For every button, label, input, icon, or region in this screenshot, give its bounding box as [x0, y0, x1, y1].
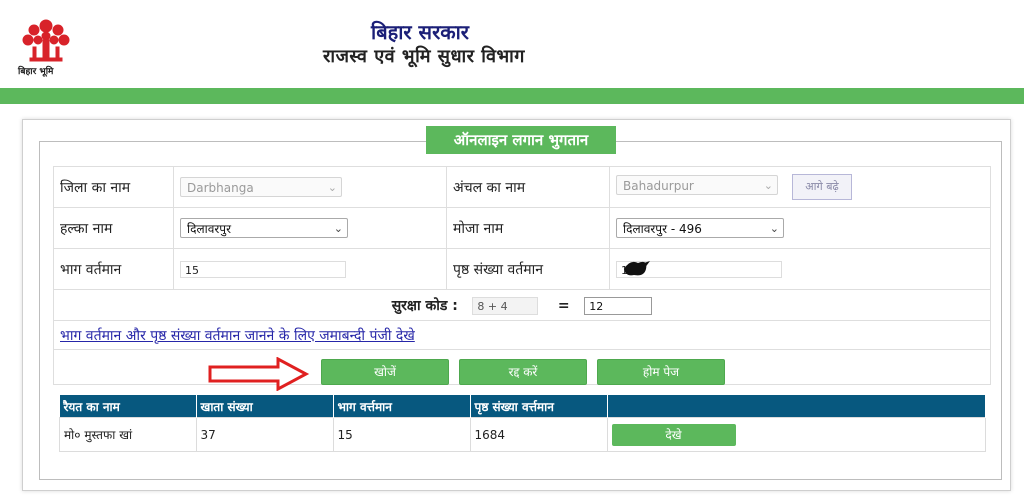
action-cell: देखे [606, 417, 986, 452]
government-title: बिहार सरकार [371, 20, 469, 44]
circle-label: अंचल का नाम [446, 166, 610, 208]
mauja-select[interactable]: दिलावरपुर - 496 ⌄ [616, 218, 784, 238]
header-divider-bar [0, 88, 1024, 104]
jamabandi-link[interactable]: भाग वर्तमान और पृष्ठ संख्या वर्तमान जानन… [60, 328, 415, 344]
bhag-input[interactable]: 15 [180, 260, 346, 278]
results-table: रैयत का नाम खाता संख्या भाग वर्त्तमान पृ… [59, 395, 986, 452]
table-row: मो० मुस्तफा खां 37 15 1684 देखे [59, 417, 986, 452]
site-header: बिहार भूमि बिहार सरकार राजस्व एवं भूमि स… [0, 0, 1024, 88]
bhag-label: भाग वर्तमान [53, 248, 174, 290]
captcha-label: सुरक्षा कोड : [391, 297, 458, 314]
form-title: ऑनलाइन लगान भुगतान [426, 126, 616, 154]
redaction-mark [620, 257, 652, 279]
mauja-label: मोजा नाम [446, 207, 610, 249]
mauja-cell: दिलावरपुर - 496 ⌄ [609, 207, 991, 249]
chevron-down-icon: ⌄ [333, 222, 343, 235]
captcha-equals: = [557, 297, 570, 314]
circle-value: Bahadurpur [623, 179, 694, 193]
chevron-down-icon: ⌄ [769, 222, 779, 235]
search-button[interactable]: खोजें [321, 359, 449, 385]
cancel-button[interactable]: रद्द करें [459, 359, 587, 385]
circle-select[interactable]: Bahadurpur ⌄ [616, 175, 778, 195]
view-button[interactable]: देखे [611, 423, 736, 446]
bhag-cell: 15 [332, 417, 471, 452]
link-row: भाग वर्तमान और पृष्ठ संख्या वर्तमान जानन… [53, 320, 991, 350]
next-button[interactable]: आगे बढ़े [792, 174, 852, 200]
page-label: पृष्ठ संख्या वर्तमान [446, 248, 610, 290]
bhag-cell: 15 [173, 248, 447, 290]
circle-cell: Bahadurpur ⌄ आगे बढ़े [609, 166, 991, 208]
results-header-row: रैयत का नाम खाता संख्या भाग वर्त्तमान पृ… [59, 395, 986, 418]
captcha-question: 8 + 4 [472, 296, 539, 315]
halka-cell: दिलावरपुर ⌄ [173, 207, 447, 249]
district-select[interactable]: Darbhanga ⌄ [180, 177, 342, 197]
halka-label: हल्का नाम [53, 207, 174, 249]
column-header [607, 395, 986, 418]
mauja-value: दिलावरपुर - 496 [623, 222, 702, 236]
page-cell: 1684 [469, 417, 608, 452]
column-header: पृष्ठ संख्या वर्त्तमान [470, 395, 608, 418]
column-header: खाता संख्या [196, 395, 334, 418]
home-button[interactable]: होम पेज [597, 359, 725, 385]
halka-value: दिलावरपुर [187, 222, 232, 236]
search-form: जिला का नाम Darbhanga ⌄ अंचल का नाम Bahad… [53, 166, 991, 385]
page-cell: 16 [609, 248, 991, 290]
captcha-row: सुरक्षा कोड : 8 + 4 = 12 [53, 289, 991, 321]
halka-select[interactable]: दिलावरपुर ⌄ [180, 218, 348, 238]
raiyat-name-cell: मो० मुस्तफा खां [59, 417, 197, 452]
column-header: भाग वर्त्तमान [333, 395, 471, 418]
chevron-down-icon: ⌄ [763, 179, 773, 192]
district-label: जिला का नाम [53, 166, 174, 208]
chevron-down-icon: ⌄ [327, 181, 337, 194]
district-value: Darbhanga [187, 181, 254, 195]
department-title: राजस्व एवं भूमि सुधार विभाग [323, 46, 525, 67]
khata-cell: 37 [195, 417, 334, 452]
column-header: रैयत का नाम [59, 395, 197, 418]
district-cell: Darbhanga ⌄ [173, 166, 447, 208]
captcha-answer-input[interactable]: 12 [584, 296, 653, 315]
right-arrow-icon [208, 357, 310, 391]
